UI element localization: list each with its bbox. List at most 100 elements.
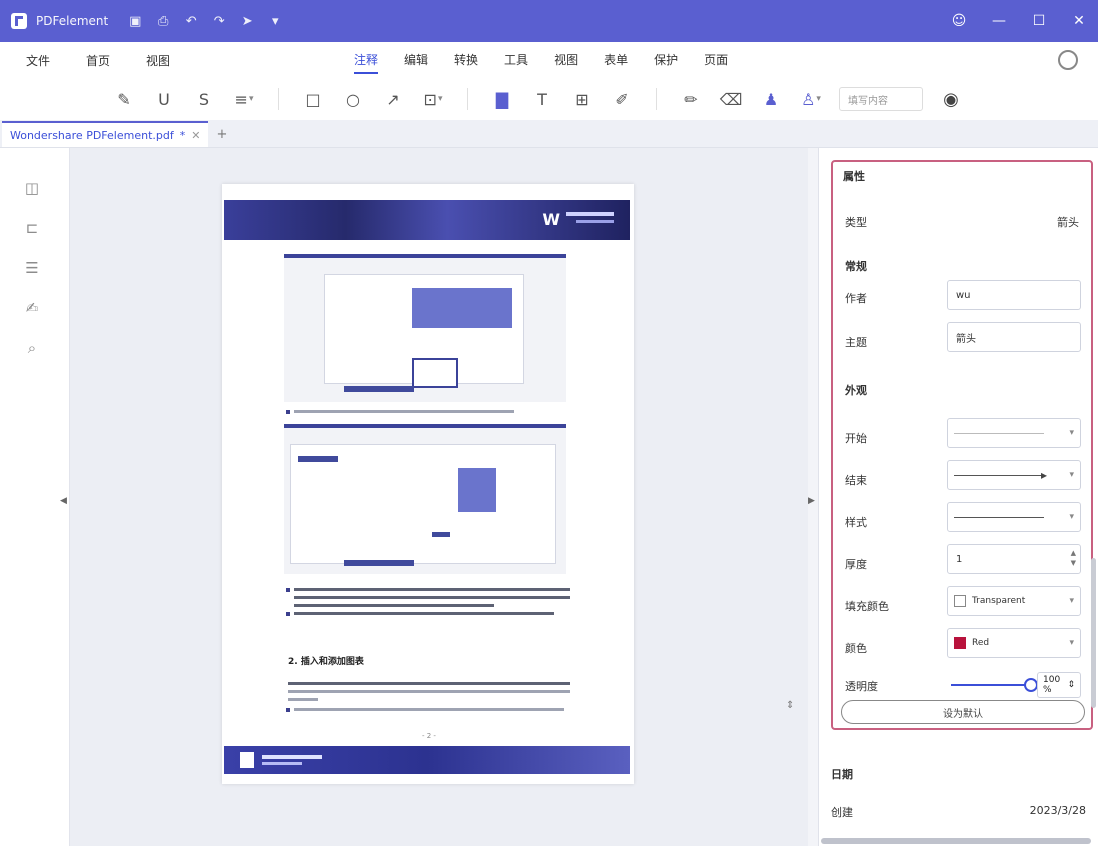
opacity-slider[interactable] <box>951 684 1031 686</box>
text-box-icon[interactable]: ≡ <box>232 87 256 111</box>
print-icon[interactable]: ⎙ <box>154 12 172 30</box>
user-avatar-icon[interactable] <box>1058 50 1078 70</box>
end-style-select[interactable]: ▸ ▾ <box>947 460 1081 490</box>
thickness-input[interactable]: 1 ▲ ▼ <box>947 544 1081 574</box>
thumbnail-icon[interactable]: ◫ <box>22 178 42 198</box>
set-default-button[interactable]: 设为默认 <box>841 700 1085 724</box>
minimize-icon[interactable]: — <box>986 8 1012 34</box>
color-label: 颜色 <box>845 642 867 655</box>
menu-home[interactable]: 首页 <box>86 48 110 73</box>
text-icon[interactable]: T <box>530 87 554 111</box>
search-icon[interactable]: ⌕ <box>22 338 42 358</box>
chevron-down-icon: ▾ <box>1069 470 1074 480</box>
tab-form[interactable]: 表单 <box>604 47 628 74</box>
search-input[interactable]: 填写内容 <box>839 87 923 111</box>
properties-title: 属性 <box>843 170 865 183</box>
collapse-right-icon[interactable]: ▶ <box>808 496 815 506</box>
author-label: 作者 <box>845 292 867 305</box>
stamp2-icon[interactable]: ♟ <box>759 87 783 111</box>
opacity-slider-knob[interactable] <box>1024 678 1038 692</box>
list-icon[interactable]: ☰ <box>22 258 42 278</box>
text-line <box>294 596 570 599</box>
screenshot-button <box>344 386 414 392</box>
circle-icon[interactable]: ○ <box>341 87 365 111</box>
note-icon[interactable]: ✐ <box>610 87 634 111</box>
collapse-left-icon[interactable]: ◀ <box>60 496 67 506</box>
tab-view[interactable]: 视图 <box>554 47 578 74</box>
maximize-icon[interactable]: ☐ <box>1026 8 1052 34</box>
strikethrough-icon[interactable]: S <box>192 87 216 111</box>
document-canvas[interactable]: W 2. 插入和添加图表 - 2 - ⇕ ▶ <box>70 148 815 846</box>
document-tab[interactable]: Wondershare PDFelement.pdf * ✕ <box>2 121 209 147</box>
tab-convert[interactable]: 转换 <box>454 47 478 74</box>
account-icon[interactable]: ☺ <box>946 8 972 34</box>
tab-protect[interactable]: 保护 <box>654 47 678 74</box>
rectangle-icon[interactable]: □ <box>301 87 325 111</box>
undo-icon[interactable]: ↶ <box>182 12 200 30</box>
shape-icon[interactable]: ⊡ <box>421 87 445 111</box>
text-line <box>288 690 570 693</box>
tab-tools[interactable]: 工具 <box>504 47 528 74</box>
dropdown-icon[interactable]: ▾ <box>266 12 284 30</box>
pdf-page[interactable]: W 2. 插入和添加图表 - 2 - <box>222 184 634 784</box>
text-line <box>294 708 564 711</box>
left-sidebar: ◫ ⊏ ☰ ✍ ⌕ ◀ <box>0 148 70 846</box>
stepper-icon[interactable]: ▲ ▼ <box>1071 548 1076 568</box>
tab-edit[interactable]: 编辑 <box>404 47 428 74</box>
document-tab-label: Wondershare PDFelement.pdf <box>10 128 174 142</box>
start-label: 开始 <box>845 432 867 445</box>
header-decoration <box>576 220 614 223</box>
modified-indicator: * <box>179 128 186 142</box>
eraser-icon[interactable]: ⌫ <box>719 87 743 111</box>
fill-color-select[interactable]: Transparent ▾ <box>947 586 1081 616</box>
redo-icon[interactable]: ↷ <box>210 12 228 30</box>
add-tab-icon[interactable]: + <box>216 127 227 142</box>
thickness-label: 厚度 <box>845 558 867 571</box>
screenshot-highlight <box>412 358 458 388</box>
red-swatch <box>954 637 966 649</box>
scroll-indicator-icon[interactable]: ⇕ <box>786 700 794 711</box>
share-icon[interactable]: ➤ <box>238 12 256 30</box>
horizontal-scrollbar[interactable] <box>821 838 1091 844</box>
opacity-label: 透明度 <box>845 680 878 693</box>
arrow-icon[interactable]: ↗ <box>381 87 405 111</box>
start-style-select[interactable]: ▾ <box>947 418 1081 448</box>
stepper-icon[interactable]: ⇕ <box>1067 680 1075 690</box>
opacity-input[interactable]: 100 % ⇕ <box>1037 672 1081 698</box>
vertical-scrollbar[interactable] <box>1091 558 1096 708</box>
line-style-select[interactable]: ▾ <box>947 502 1081 532</box>
bookmark-icon[interactable]: ⊏ <box>22 218 42 238</box>
underline-icon[interactable]: U <box>152 87 176 111</box>
subject-label: 主题 <box>845 336 867 349</box>
close-tab-icon[interactable]: ✕ <box>191 129 200 142</box>
fill-color-label: 填充颜色 <box>845 600 889 613</box>
save-icon[interactable]: ▣ <box>126 12 144 30</box>
text-line <box>294 604 494 607</box>
text-line <box>288 698 318 701</box>
app-logo-icon <box>8 10 30 32</box>
subject-input[interactable]: 箭头 <box>947 322 1081 352</box>
close-icon[interactable]: ✕ <box>1066 8 1092 34</box>
menu-view-left[interactable]: 视图 <box>146 48 170 73</box>
embedded-screenshot <box>284 254 566 402</box>
textbox-icon[interactable]: ⊞ <box>570 87 594 111</box>
comment-icon[interactable]: ✍ <box>22 298 42 318</box>
signature-icon[interactable]: ♙ <box>799 87 823 111</box>
color-select[interactable]: Red ▾ <box>947 628 1081 658</box>
annotation-toolbar: ✎ U S ≡ □ ○ ↗ ⊡ ▇ T ⊞ ✐ ✏ ⌫ ♟ ♙ 填写内容 ◉ <box>0 78 1098 120</box>
screenshot-banner <box>412 288 512 328</box>
eye-icon[interactable]: ◉ <box>939 87 963 111</box>
stamp-icon[interactable]: ▇ <box>490 87 514 111</box>
footer-logo-icon <box>240 752 254 768</box>
tab-page[interactable]: 页面 <box>704 47 728 74</box>
arrowhead-icon: ▸ <box>1041 468 1048 482</box>
highlight-icon[interactable]: ✎ <box>112 87 136 111</box>
author-input[interactable]: wu <box>947 280 1081 310</box>
screenshot-panel <box>458 468 496 512</box>
pencil-icon[interactable]: ✏ <box>679 87 703 111</box>
app-name: PDFelement <box>36 14 109 28</box>
menu-file[interactable]: 文件 <box>26 48 50 73</box>
page-number: - 2 - <box>422 732 436 740</box>
tab-annotate[interactable]: 注释 <box>354 47 379 74</box>
embedded-screenshot <box>284 424 566 574</box>
